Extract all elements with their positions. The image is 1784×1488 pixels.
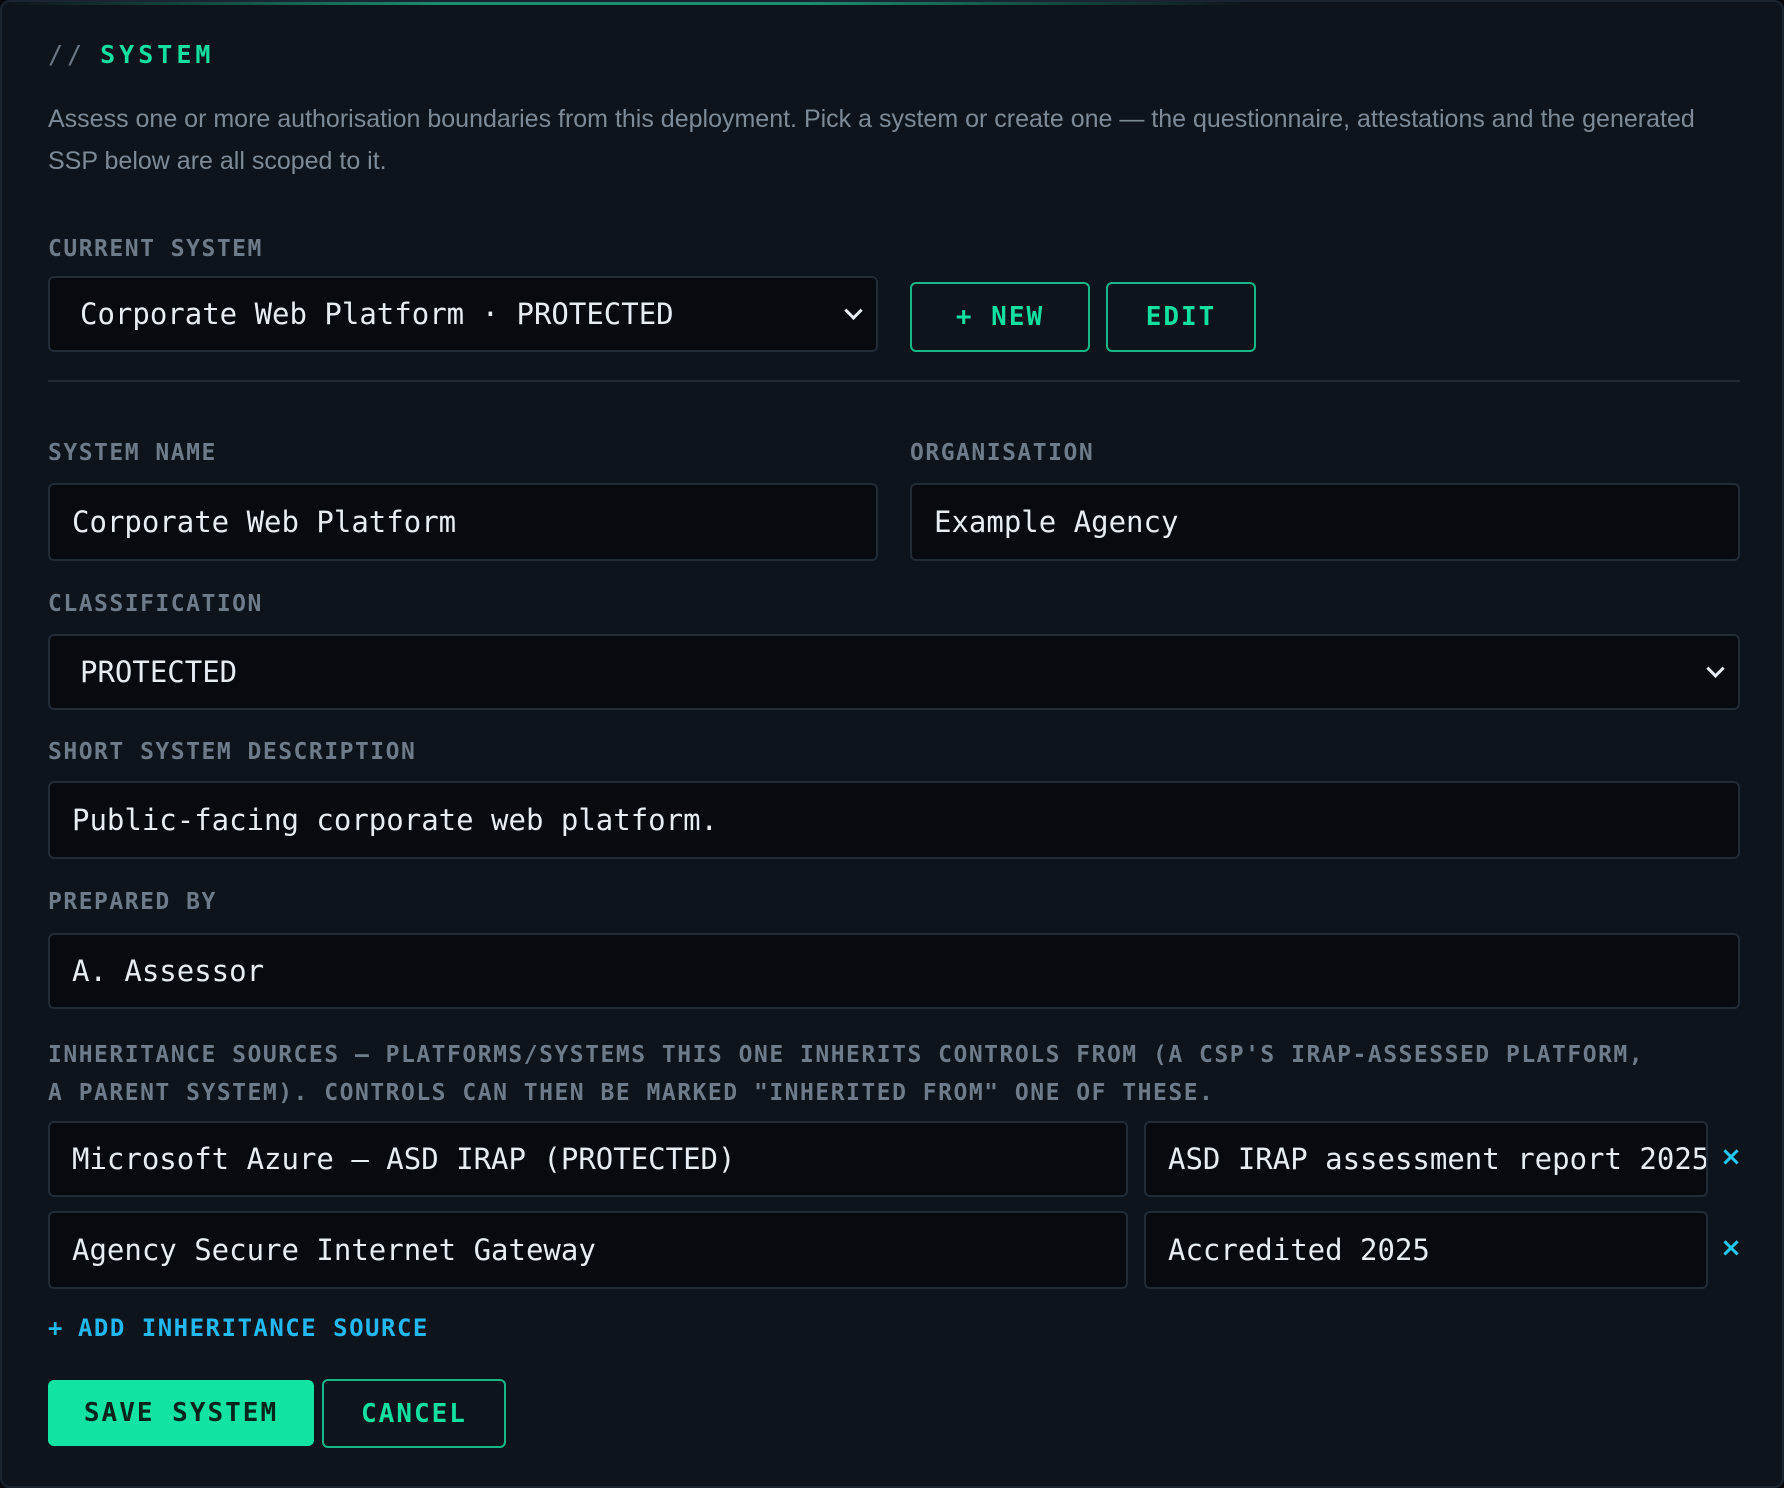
inheritance-label-line-1: INHERITANCE SOURCES — PLATFORMS/SYSTEMS … — [48, 1042, 1645, 1068]
add-inheritance-source-link[interactable]: + ADD INHERITANCE SOURCE — [48, 1314, 429, 1342]
section-prefix: // — [48, 40, 87, 69]
section-title: SYSTEM — [100, 40, 215, 69]
new-system-button[interactable]: + NEW — [910, 282, 1090, 352]
inheritance-source-reference-input[interactable]: Accredited 2025 — [1144, 1211, 1708, 1289]
inheritance-label: INHERITANCE SOURCES — PLATFORMS/SYSTEMS … — [48, 1036, 1748, 1112]
remove-source-icon[interactable]: × — [1716, 1233, 1746, 1263]
inheritance-source-name: Microsoft Azure — ASD IRAP (PROTECTED) — [72, 1142, 736, 1176]
inheritance-source-name: Agency Secure Internet Gateway — [72, 1233, 596, 1267]
classification-value: PROTECTED — [80, 655, 238, 689]
description-value: Public-facing corporate web platform. — [72, 803, 719, 837]
organisation-value: Example Agency — [934, 505, 1179, 539]
inheritance-source-reference: ASD IRAP assessment report 2025 — [1168, 1142, 1708, 1176]
classification-label: CLASSIFICATION — [48, 591, 263, 617]
organisation-input[interactable]: Example Agency — [910, 483, 1740, 561]
system-name-input[interactable]: Corporate Web Platform — [48, 483, 878, 561]
current-system-label: CURRENT SYSTEM — [48, 236, 263, 262]
current-system-select[interactable]: Corporate Web Platform · PROTECTED — [48, 276, 878, 352]
top-accent-line — [2, 2, 1782, 5]
save-system-button[interactable]: SAVE SYSTEM — [48, 1380, 314, 1446]
add-inheritance-source-label: ADD INHERITANCE SOURCE — [77, 1314, 429, 1342]
current-system-value: Corporate Web Platform · PROTECTED — [80, 297, 674, 331]
prepared-by-input[interactable]: A. Assessor — [48, 933, 1740, 1009]
chevron-down-icon — [844, 301, 863, 320]
organisation-label: ORGANISATION — [910, 440, 1095, 466]
chevron-down-icon — [1706, 659, 1725, 678]
inheritance-source-reference: Accredited 2025 — [1168, 1233, 1430, 1267]
system-name-label: SYSTEM NAME — [48, 440, 217, 466]
section-heading: // SYSTEM — [48, 40, 214, 69]
divider — [48, 380, 1740, 382]
remove-source-icon[interactable]: × — [1716, 1142, 1746, 1172]
plus-icon: + — [48, 1314, 64, 1342]
system-panel: // SYSTEM Assess one or more authorisatio… — [0, 0, 1784, 1488]
prepared-by-value: A. Assessor — [72, 954, 265, 988]
inheritance-label-line-2: A PARENT SYSTEM). CONTROLS CAN THEN BE M… — [48, 1080, 1215, 1106]
inheritance-source-name-input[interactable]: Agency Secure Internet Gateway — [48, 1211, 1128, 1289]
cancel-button[interactable]: CANCEL — [322, 1379, 506, 1448]
description-label: SHORT SYSTEM DESCRIPTION — [48, 739, 417, 765]
inheritance-source-reference-input[interactable]: ASD IRAP assessment report 2025 — [1144, 1121, 1708, 1197]
classification-select[interactable]: PROTECTED — [48, 634, 1740, 710]
prepared-by-label: PREPARED BY — [48, 889, 217, 915]
description-input[interactable]: Public-facing corporate web platform. — [48, 781, 1740, 859]
system-name-value: Corporate Web Platform — [72, 505, 457, 539]
section-description: Assess one or more authorisation boundar… — [48, 105, 1695, 175]
edit-system-button[interactable]: EDIT — [1106, 282, 1256, 352]
inheritance-source-name-input[interactable]: Microsoft Azure — ASD IRAP (PROTECTED) — [48, 1121, 1128, 1197]
